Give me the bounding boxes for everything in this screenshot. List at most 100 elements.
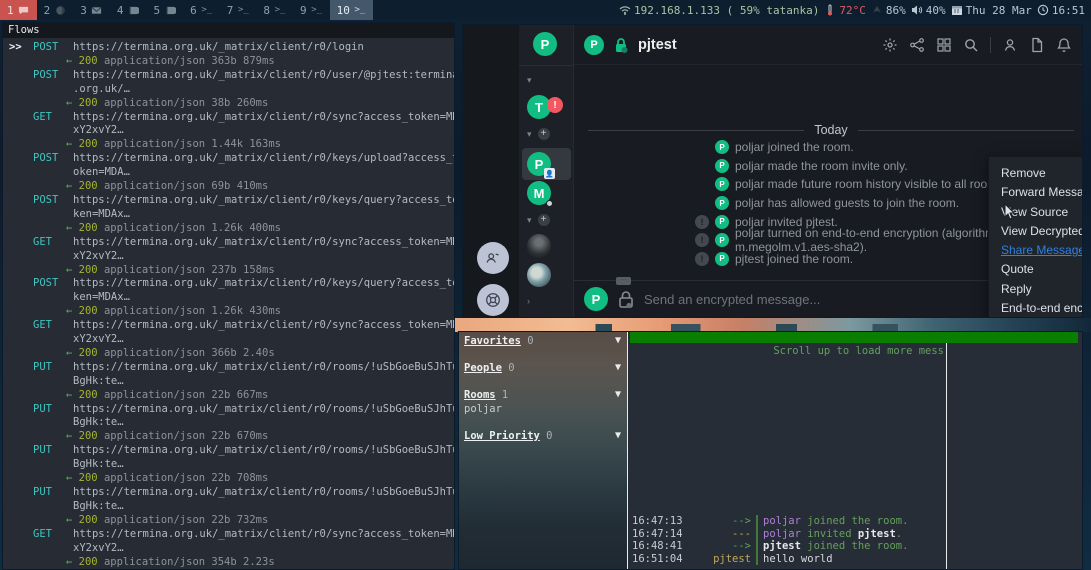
- buffer-title-bar: [630, 332, 1078, 343]
- flow-row[interactable]: GEThttps://termina.org.uk/_matrix/client…: [9, 236, 454, 278]
- menu-item-share-message[interactable]: Share Message: [1001, 241, 1082, 260]
- people-icon[interactable]: [477, 242, 509, 274]
- room-list-item[interactable]: [519, 234, 574, 258]
- response-status-code: 200: [79, 430, 104, 442]
- flow-row[interactable]: PUThttps://termina.org.uk/_matrix/client…: [9, 403, 454, 445]
- flow-row[interactable]: GEThttps://termina.org.uk/_matrix/client…: [9, 528, 454, 570]
- response-meta: application/json 69b 410ms: [104, 180, 268, 192]
- files-icon[interactable]: [1029, 37, 1045, 53]
- flow-method: POST: [33, 41, 73, 55]
- flow-method: PUT: [33, 403, 73, 417]
- flow-row[interactable]: PUThttps://termina.org.uk/_matrix/client…: [9, 361, 454, 403]
- response-status-code: 200: [79, 556, 104, 568]
- notifications-bell-icon[interactable]: [1056, 37, 1072, 53]
- buffer-item[interactable]: poljar: [464, 403, 623, 415]
- chevron-down-icon[interactable]: ▾: [527, 75, 532, 86]
- response-status-code: 200: [79, 347, 104, 359]
- buffer-group[interactable]: Favorites 0▼: [464, 335, 623, 347]
- workspace-button-6[interactable]: 6>_: [183, 0, 220, 20]
- flow-request-line: PUThttps://termina.org.uk/_matrix/client…: [9, 361, 454, 375]
- workspace-number: 5: [154, 4, 161, 17]
- date-value: Thu 28 Mar: [966, 4, 1032, 17]
- apps-grid-icon[interactable]: [936, 37, 952, 53]
- flow-method: POST: [33, 194, 73, 208]
- chevron-down-icon[interactable]: ▾: [527, 129, 532, 140]
- workspace-button-1[interactable]: 1: [0, 0, 37, 20]
- flow-row[interactable]: PUThttps://termina.org.uk/_matrix/client…: [9, 486, 454, 528]
- flow-url: https://termina.org.uk/_matrix/client/r0…: [73, 152, 455, 164]
- flow-row[interactable]: PUThttps://termina.org.uk/_matrix/client…: [9, 444, 454, 486]
- flow-row[interactable]: POSThttps://termina.org.uk/_matrix/clien…: [9, 152, 454, 194]
- flow-selected-marker: [9, 111, 33, 125]
- menu-item-end-to-end-encry[interactable]: End-to-end encry: [1001, 299, 1082, 318]
- response-status-code: 200: [79, 222, 104, 234]
- flow-method: GET: [33, 111, 73, 125]
- collapse-arrow-icon[interactable]: ▼: [615, 430, 621, 441]
- flow-method: POST: [33, 69, 73, 83]
- buffer-sidebar[interactable]: Favorites 0▼People 0▼Rooms 1▼poljarLow P…: [459, 332, 628, 569]
- workspace-button-4[interactable]: 4: [110, 0, 147, 20]
- settings-icon[interactable]: [882, 37, 898, 53]
- workspace-button-9[interactable]: 9>_: [293, 0, 330, 20]
- collapse-arrow-icon[interactable]: ▼: [615, 389, 621, 400]
- menu-item-quote[interactable]: Quote: [1001, 260, 1082, 279]
- flow-method: POST: [33, 152, 73, 166]
- workspace-button-3[interactable]: 3: [73, 0, 110, 20]
- state-event-row[interactable]: Ppoljar joined the room.: [574, 138, 1082, 157]
- chevron-down-icon[interactable]: ▾: [527, 215, 532, 226]
- flow-request-line: PUThttps://termina.org.uk/_matrix/client…: [9, 403, 454, 417]
- menu-item-reply[interactable]: Reply: [1001, 280, 1082, 299]
- flow-row[interactable]: GEThttps://termina.org.uk/_matrix/client…: [9, 111, 454, 153]
- room-avatar[interactable]: P: [584, 35, 604, 55]
- workspace-button-5[interactable]: 5: [147, 0, 184, 20]
- add-room-button[interactable]: +: [538, 128, 550, 140]
- buffer-group[interactable]: Low Priority 0▼: [464, 430, 623, 442]
- terminal-icon: >_: [274, 4, 286, 16]
- add-room-button[interactable]: +: [538, 214, 550, 226]
- expand-chevron-right[interactable]: ›: [519, 296, 574, 306]
- workspace-button-2[interactable]: 2: [37, 0, 74, 20]
- room-list-item[interactable]: P👤: [522, 148, 571, 180]
- flow-row[interactable]: POSThttps://termina.org.uk/_matrix/clien…: [9, 277, 454, 319]
- workspace-button-8[interactable]: 8>_: [256, 0, 293, 20]
- flow-url-continued: BgHk:te…: [9, 416, 454, 430]
- flow-selected-marker: [9, 152, 33, 166]
- terminal-icon: >_: [354, 4, 366, 16]
- composer-input[interactable]: Send an encrypted message...: [644, 292, 820, 307]
- divider: [990, 37, 991, 53]
- collapse-arrow-icon[interactable]: ▼: [615, 362, 621, 373]
- flow-row[interactable]: >>POSThttps://termina.org.uk/_matrix/cli…: [9, 41, 454, 69]
- message-context-menu: RemoveForward MessageView SourceView Dec…: [988, 156, 1082, 318]
- flow-url: https://termina.org.uk/_matrix/client/r0…: [73, 486, 455, 498]
- buffer-group[interactable]: People 0▼: [464, 362, 623, 374]
- flow-selected-marker: [9, 528, 33, 542]
- composer-lock-icon: [617, 289, 635, 309]
- menu-item-remove[interactable]: Remove: [1001, 164, 1082, 183]
- response-meta: application/json 22b 708ms: [104, 472, 268, 484]
- room-list-item[interactable]: M: [519, 181, 574, 205]
- room-avatar: P👤: [527, 152, 551, 176]
- event-gutter: P: [574, 159, 729, 173]
- members-icon[interactable]: [1002, 37, 1018, 53]
- buffer-group[interactable]: Rooms 1▼poljar: [464, 389, 623, 415]
- flow-request-line: POSThttps://termina.org.uk/_matrix/clien…: [9, 277, 454, 291]
- flow-selected-marker: [9, 277, 33, 291]
- collapse-arrow-icon[interactable]: ▼: [615, 335, 621, 346]
- flow-row[interactable]: POSThttps://termina.org.uk/_matrix/clien…: [9, 194, 454, 236]
- log-segment: poljar: [763, 528, 801, 540]
- flow-url-continued: BgHk:te…: [9, 458, 454, 472]
- workspace-button-7[interactable]: 7>_: [220, 0, 257, 20]
- workspace-button-10[interactable]: 10>_: [330, 0, 373, 20]
- share-icon[interactable]: [909, 37, 925, 53]
- flow-list[interactable]: >>POSThttps://termina.org.uk/_matrix/cli…: [3, 38, 454, 569]
- search-icon[interactable]: [963, 37, 979, 53]
- room-list-item[interactable]: [519, 263, 574, 287]
- flow-row[interactable]: POSThttps://termina.org.uk/_matrix/clien…: [9, 69, 454, 111]
- flow-row[interactable]: GEThttps://termina.org.uk/_matrix/client…: [9, 319, 454, 361]
- room-list-item[interactable]: T!: [519, 95, 574, 119]
- help-icon[interactable]: [477, 284, 509, 316]
- response-meta: application/json 1.26k 400ms: [104, 222, 281, 234]
- scrollback-notice: Scroll up to load more mess: [628, 345, 944, 357]
- user-avatar[interactable]: P: [533, 32, 557, 56]
- menu-item-forward-message[interactable]: Forward Message: [1001, 183, 1082, 202]
